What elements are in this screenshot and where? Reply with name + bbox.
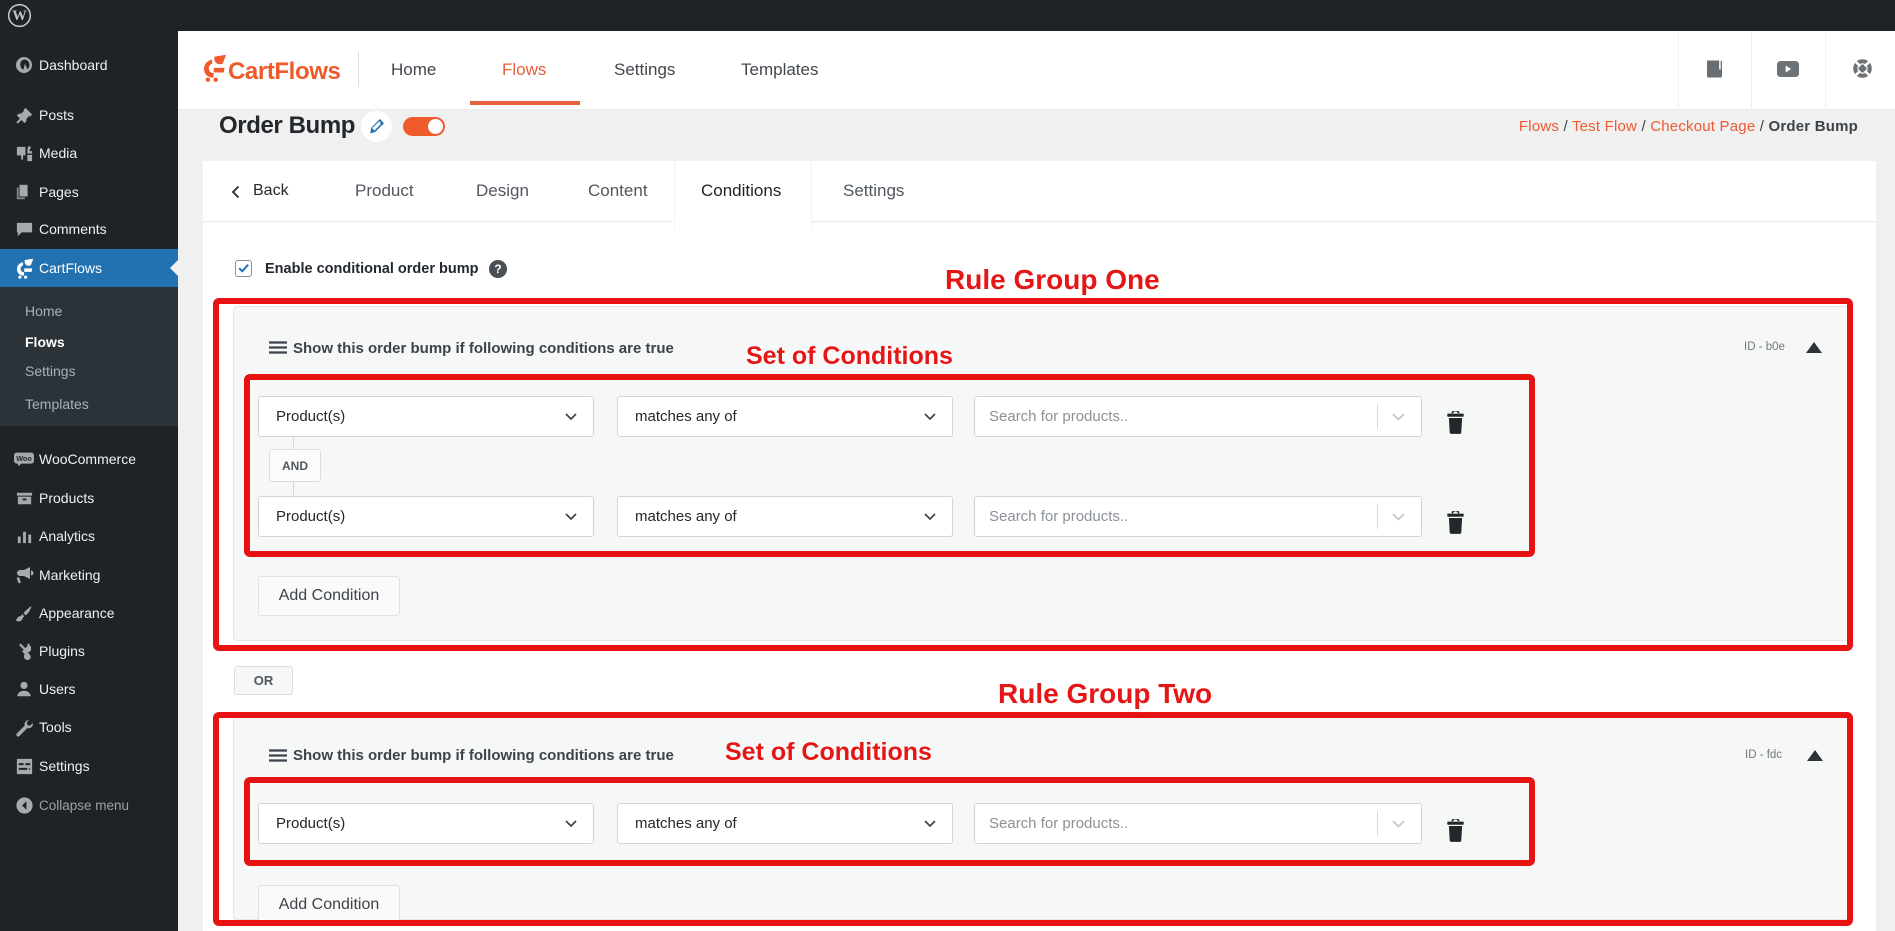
svg-text:W: W [12, 8, 27, 24]
svg-text:Woo: Woo [16, 453, 32, 462]
